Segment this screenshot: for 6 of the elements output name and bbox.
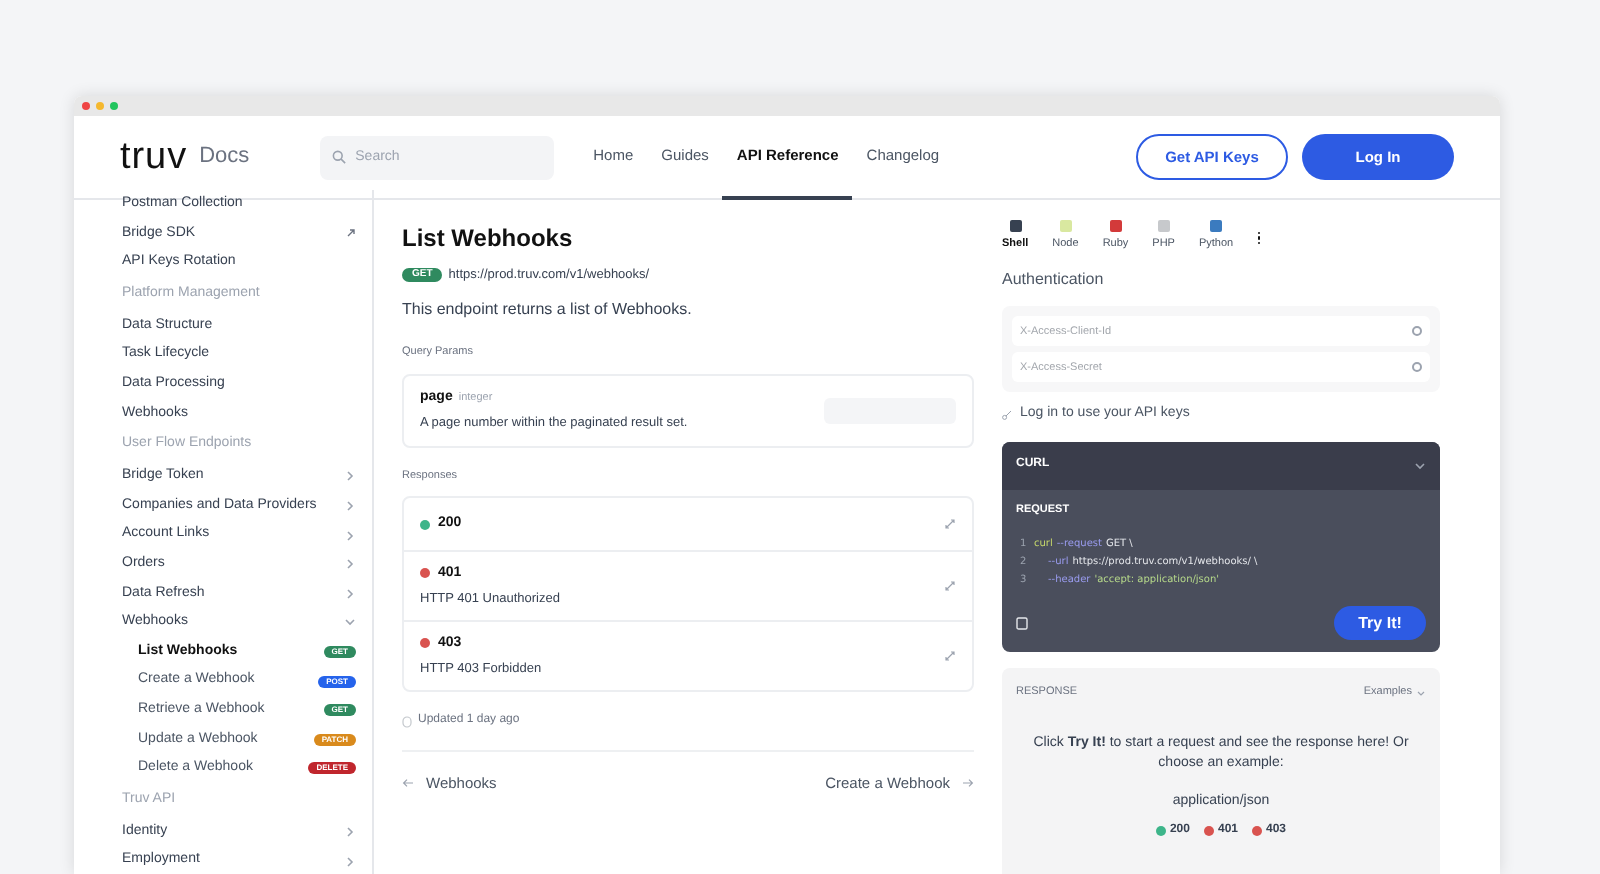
page-title: List Webhooks: [402, 222, 575, 256]
logo[interactable]: truv: [120, 138, 188, 176]
try-it-button[interactable]: Try It!: [1334, 606, 1426, 640]
logo-suffix: Docs: [199, 142, 250, 173]
description: This endpoint returns a list of Webhooks.: [402, 297, 694, 322]
auth-title: Authentication: [1002, 268, 1106, 293]
